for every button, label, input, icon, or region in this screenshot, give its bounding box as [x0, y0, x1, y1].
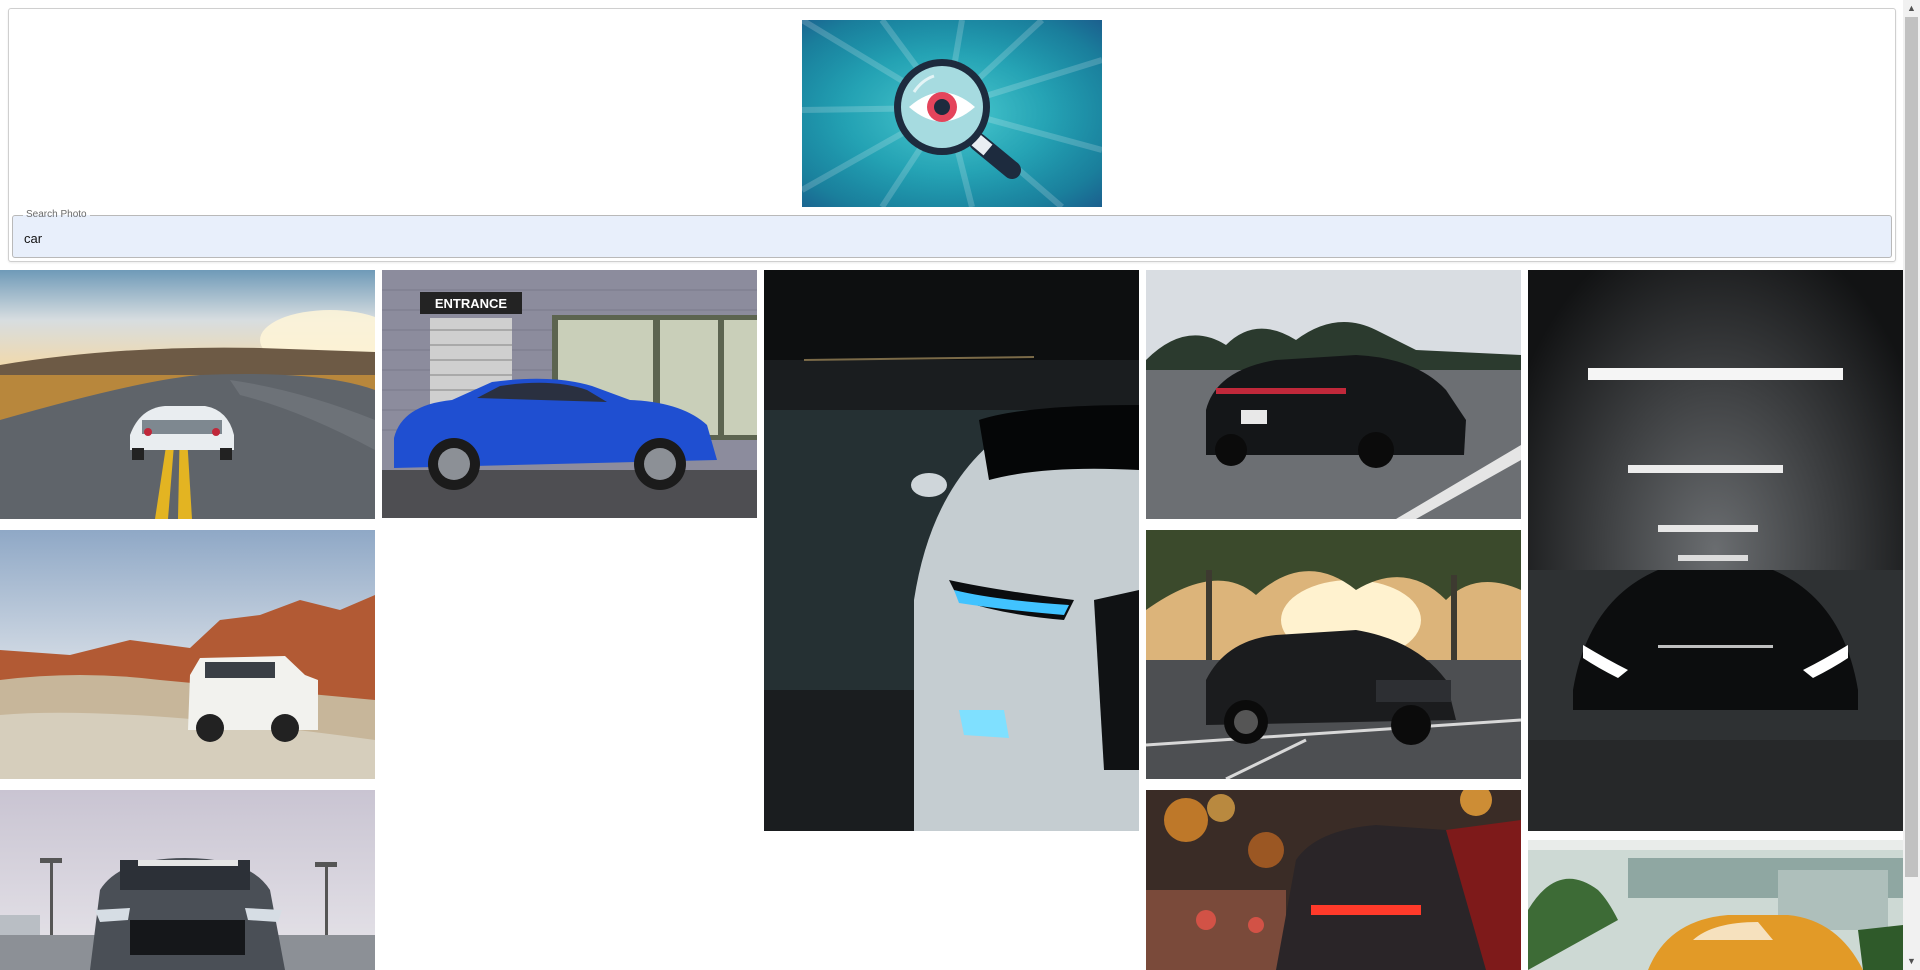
scroll-thumb[interactable] [1905, 17, 1918, 877]
photo-black-porsche-highway[interactable] [1146, 270, 1521, 519]
scroll-up-arrow-icon[interactable]: ▲ [1903, 0, 1920, 17]
photo-black-mustang-parking[interactable] [1146, 530, 1521, 779]
magnifier-eye-icon [802, 20, 1102, 207]
photo-white-suv-desert[interactable] [0, 530, 375, 779]
photo-gt-r-desert-road[interactable] [0, 270, 375, 519]
photo-black-car-garage-lights[interactable] [1528, 270, 1903, 831]
app-viewport: Search Photo car ENTRANCE ▲ ▼ [0, 0, 1920, 970]
search-field[interactable]: Search Photo [12, 208, 1892, 258]
photo-white-audi-headlight[interactable] [764, 270, 1139, 831]
entrance-sign-text: ENTRANCE [435, 296, 508, 311]
photo-red-taillights-city[interactable] [1146, 790, 1521, 970]
photo-grey-mustang-front[interactable] [0, 790, 375, 970]
header-panel: Search Photo [8, 8, 1896, 262]
photo-orange-beetle[interactable] [1528, 840, 1903, 970]
scroll-down-arrow-icon[interactable]: ▼ [1903, 953, 1920, 970]
search-input[interactable] [13, 216, 1891, 257]
photo-blue-coupe-entrance[interactable]: ENTRANCE [382, 270, 757, 518]
page-scrollbar[interactable]: ▲ ▼ [1903, 0, 1920, 970]
